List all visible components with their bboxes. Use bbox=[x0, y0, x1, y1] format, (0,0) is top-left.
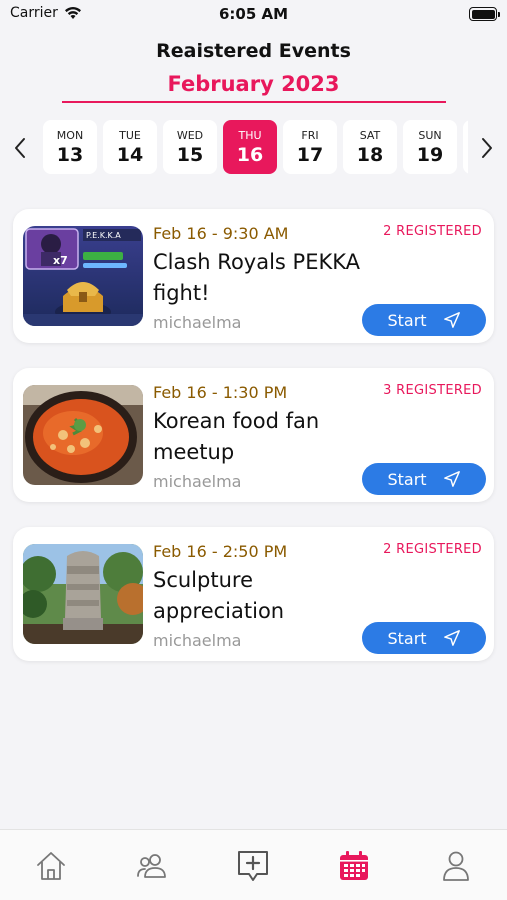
thumb-title: P.E.K.K.A bbox=[86, 231, 121, 240]
navigation-arrow-icon bbox=[443, 312, 460, 328]
next-week-button[interactable] bbox=[475, 134, 499, 162]
tab-bar bbox=[0, 829, 507, 900]
profile-icon bbox=[443, 851, 469, 881]
previous-week-button[interactable] bbox=[8, 134, 32, 162]
tab-profile[interactable] bbox=[436, 846, 476, 886]
day-number: 19 bbox=[416, 143, 444, 166]
people-icon bbox=[137, 854, 166, 878]
day-item-partial[interactable] bbox=[463, 120, 468, 174]
event-card[interactable]: Feb 16 - 2:50 PM Sculpture appreciation … bbox=[13, 527, 494, 661]
event-host: michaelma bbox=[153, 631, 242, 650]
calendar-icon bbox=[340, 851, 368, 880]
event-host: michaelma bbox=[153, 472, 242, 491]
add-message-icon bbox=[238, 851, 268, 881]
event-host: michaelma bbox=[153, 313, 242, 332]
day-item-selected[interactable]: THU 16 bbox=[223, 120, 277, 174]
page-title: Reaistered Events bbox=[156, 40, 351, 62]
thumb-badge: x7 bbox=[53, 254, 68, 267]
day-item[interactable]: FRI 17 bbox=[283, 120, 337, 174]
start-button-label: Start bbox=[387, 628, 427, 648]
start-button-label: Start bbox=[387, 310, 427, 330]
event-title: Sculpture appreciation bbox=[153, 568, 285, 623]
start-button[interactable]: Start bbox=[362, 304, 486, 336]
chevron-left-icon bbox=[15, 138, 25, 158]
start-button-label: Start bbox=[387, 469, 427, 489]
day-number: 14 bbox=[116, 143, 144, 166]
status-bar: Carrier 6:05 AM bbox=[0, 0, 507, 28]
event-card[interactable]: Feb 16 - 1:30 PM Korean food fan meetup … bbox=[13, 368, 494, 502]
day-item[interactable]: SAT 18 bbox=[343, 120, 397, 174]
event-time: Feb 16 - 9:30 AM bbox=[153, 224, 289, 243]
event-card[interactable]: P.E.K.K.A x7 Feb 16 - 9:30 AM Clash Roya… bbox=[13, 209, 494, 343]
home-icon bbox=[37, 852, 65, 880]
day-item[interactable]: SUN 19 bbox=[403, 120, 457, 174]
day-selector: MON 13 TUE 14 WED 15 THU 16 FRI 17 SAT 1… bbox=[0, 120, 507, 176]
start-button[interactable]: Start bbox=[362, 463, 486, 495]
day-item[interactable]: WED 15 bbox=[163, 120, 217, 174]
registered-count: 2 REGISTERED bbox=[383, 542, 482, 557]
day-of-week: WED bbox=[176, 128, 204, 142]
day-of-week: SAT bbox=[359, 128, 381, 142]
chevron-right-icon bbox=[482, 138, 492, 158]
event-thumbnail bbox=[23, 385, 143, 485]
day-number: 18 bbox=[356, 143, 384, 166]
tab-calendar[interactable] bbox=[334, 846, 374, 886]
tab-create-event[interactable] bbox=[233, 846, 273, 886]
status-time: 6:05 AM bbox=[218, 5, 289, 23]
registered-count: 2 REGISTERED bbox=[383, 224, 482, 239]
day-item[interactable]: TUE 14 bbox=[103, 120, 157, 174]
day-number: 17 bbox=[296, 143, 324, 166]
day-of-week: MON bbox=[56, 128, 84, 142]
day-item[interactable]: MON 13 bbox=[43, 120, 97, 174]
event-title: Clash Royals PEKKA fight! bbox=[153, 250, 361, 305]
day-of-week: TUE bbox=[119, 128, 141, 142]
event-list: P.E.K.K.A x7 Feb 16 - 9:30 AM Clash Roya… bbox=[13, 209, 494, 686]
event-time: Feb 16 - 2:50 PM bbox=[153, 542, 288, 561]
day-number: 15 bbox=[176, 143, 204, 166]
battery-icon bbox=[469, 7, 500, 21]
day-of-week: THU bbox=[238, 128, 262, 142]
event-thumbnail bbox=[23, 544, 143, 644]
event-title: Korean food fan meetup bbox=[153, 409, 320, 464]
day-list: MON 13 TUE 14 WED 15 THU 16 FRI 17 SAT 1… bbox=[43, 120, 468, 176]
event-thumbnail: P.E.K.K.A x7 bbox=[23, 226, 143, 326]
tab-people[interactable] bbox=[132, 846, 172, 886]
registered-count: 3 REGISTERED bbox=[383, 383, 482, 398]
month-title[interactable]: February 2023 bbox=[0, 72, 507, 96]
tab-home[interactable] bbox=[31, 846, 71, 886]
navigation-arrow-icon bbox=[443, 630, 460, 646]
month-underline bbox=[62, 101, 446, 103]
event-time: Feb 16 - 1:30 PM bbox=[153, 383, 288, 402]
day-number: 16 bbox=[236, 143, 264, 166]
day-of-week: SUN bbox=[418, 128, 442, 142]
day-number: 13 bbox=[56, 143, 84, 166]
navigation-arrow-icon bbox=[443, 471, 460, 487]
start-button[interactable]: Start bbox=[362, 622, 486, 654]
day-of-week: FRI bbox=[301, 128, 319, 142]
